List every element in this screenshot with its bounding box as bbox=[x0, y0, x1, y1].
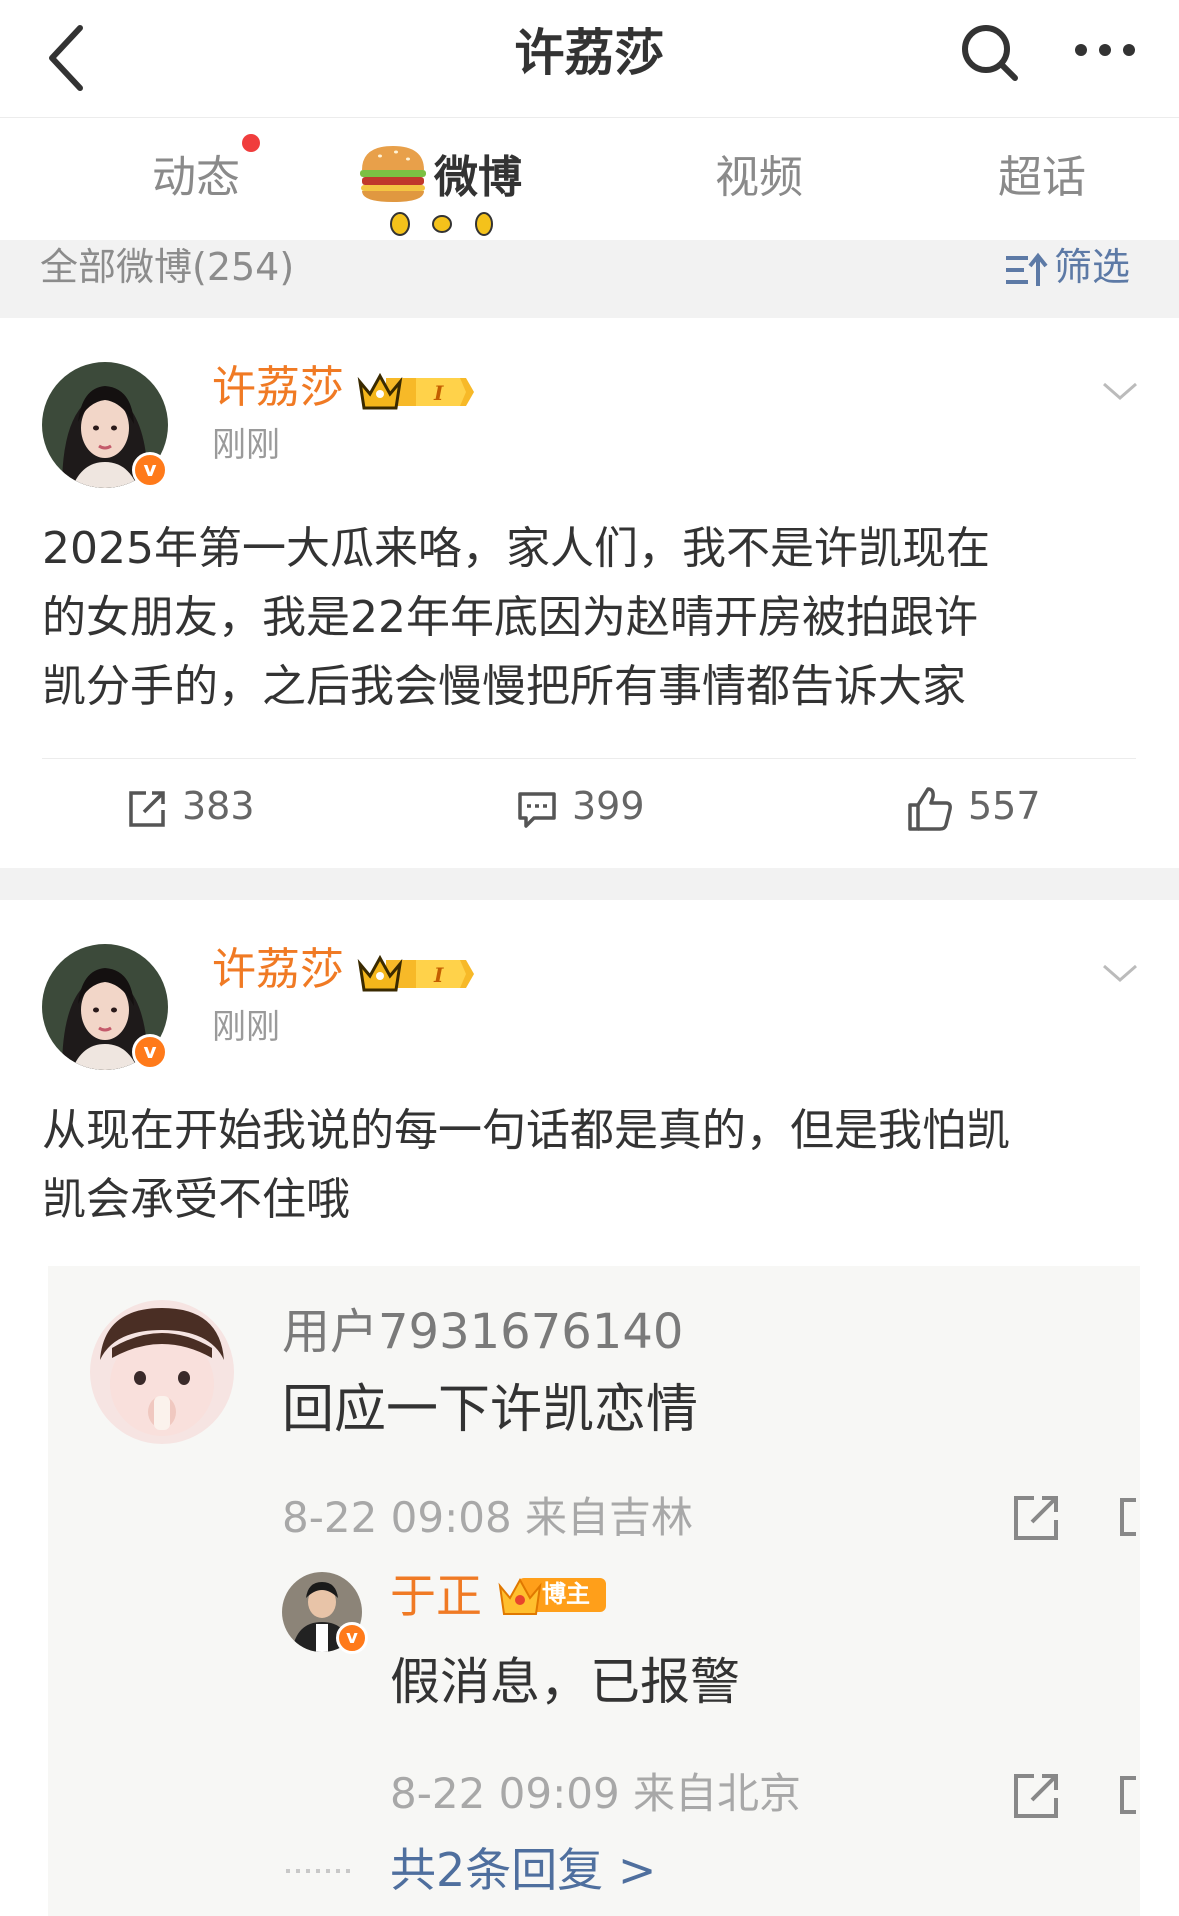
post-separator bbox=[0, 868, 1179, 900]
post-author[interactable]: 许荔莎 bbox=[212, 358, 344, 418]
svg-text:I: I bbox=[433, 381, 444, 405]
post-time: 刚刚 bbox=[212, 1007, 280, 1047]
post-time: 刚刚 bbox=[212, 425, 280, 465]
post-line: 凯分手的，之后我会慢慢把所有事情都告诉大家 bbox=[42, 661, 966, 712]
chevron-down-icon[interactable] bbox=[1100, 376, 1140, 406]
svg-text:I: I bbox=[433, 963, 444, 987]
repost-icon bbox=[129, 790, 165, 827]
tab-weibo[interactable]: 微博 bbox=[434, 148, 522, 208]
post-content: 2025年第一大瓜来咯，家人们，我不是许凯现在 的女朋友，我是22年年底因为赵晴… bbox=[42, 514, 1142, 721]
member-crown-icon[interactable]: I bbox=[356, 952, 474, 996]
top-bar: 许荔莎 bbox=[0, 0, 1179, 118]
embedded-comment-screenshot[interactable]: 用户7931676140 回应一下许凯恋情 8-22 09:08 来自吉林 v … bbox=[48, 1266, 1140, 1916]
more-dots-icon bbox=[1075, 44, 1135, 56]
search-button[interactable] bbox=[955, 18, 1025, 88]
filter-bar: 全部微博(254) 筛选 bbox=[0, 240, 1179, 318]
reply-text: 假消息，已报警 bbox=[390, 1653, 740, 1711]
tab-dongtai[interactable]: 动态 bbox=[152, 148, 240, 208]
post-line: 凯会承受不住哦 bbox=[42, 1174, 350, 1225]
repost-count: 383 bbox=[182, 784, 255, 828]
chevron-down-icon[interactable] bbox=[1100, 958, 1140, 988]
post-line: 从现在开始我说的每一句话都是真的，但是我怕凯 bbox=[42, 1105, 1010, 1156]
reply-author: 于正 bbox=[390, 1569, 482, 1623]
divider bbox=[42, 758, 1136, 759]
thumbs-up-icon bbox=[908, 786, 952, 831]
weibo-post: v 许荔莎 I 刚刚 从现在开始我说的每一句话都是真的，但是我怕凯 凯会承受不住… bbox=[0, 900, 1179, 1916]
reply-meta: 8-22 09:09 来自北京 bbox=[390, 1769, 802, 1818]
like-button[interactable]: 557 bbox=[906, 776, 1041, 836]
share-icon bbox=[1014, 1774, 1058, 1818]
filter-label: 筛选 bbox=[1054, 245, 1131, 289]
dotted-line-icon bbox=[286, 1869, 356, 1873]
verified-badge: v bbox=[132, 1034, 168, 1070]
repost-button[interactable]: 383 bbox=[126, 776, 255, 836]
post-actions: 383 399 557 bbox=[0, 776, 1179, 836]
post-line: 的女朋友，我是22年年底因为赵晴开房被拍跟许 bbox=[42, 592, 978, 643]
comment-text: 回应一下许凯恋情 bbox=[282, 1380, 699, 1440]
commenter-avatar bbox=[90, 1300, 234, 1444]
share-icon bbox=[1014, 1496, 1058, 1540]
comment-button[interactable]: 399 bbox=[516, 776, 645, 836]
tab-chaohua[interactable]: 超话 bbox=[998, 148, 1086, 208]
like-count: 557 bbox=[968, 784, 1041, 828]
tab-shipin[interactable]: 视频 bbox=[715, 148, 803, 208]
comment-count: 399 bbox=[572, 784, 645, 828]
notification-dot bbox=[242, 134, 260, 152]
verified-badge: v bbox=[336, 1622, 368, 1654]
comment-icon bbox=[1120, 1776, 1136, 1814]
profile-tabs: 动态 微博 视频 超话 bbox=[0, 118, 1179, 240]
search-icon bbox=[962, 25, 1018, 81]
more-button[interactable] bbox=[1065, 18, 1145, 88]
coins-decoration-icon bbox=[390, 212, 493, 236]
view-more-replies-link: 共2条回复 > bbox=[390, 1843, 657, 1897]
comment-icon bbox=[1120, 1498, 1136, 1536]
blogger-badge-label: 博主 bbox=[542, 1580, 590, 1608]
comment-meta: 8-22 09:08 来自吉林 bbox=[282, 1493, 694, 1542]
weibo-post: v 许荔莎 I 刚刚 2025年第一大瓜来咯，家人们，我不是许凯现在 的女朋友，… bbox=[0, 318, 1179, 868]
verified-badge: v bbox=[132, 452, 168, 488]
sort-filter-icon bbox=[1006, 252, 1048, 286]
filter-button[interactable]: 筛选 bbox=[1004, 242, 1130, 292]
post-line: 2025年第一大瓜来咯，家人们，我不是许凯现在 bbox=[42, 523, 990, 574]
member-crown-icon[interactable]: I bbox=[356, 370, 474, 414]
burger-icon bbox=[360, 146, 426, 202]
post-count-label: 全部微博(254) bbox=[40, 245, 295, 289]
commenter-name: 用户7931676140 bbox=[282, 1304, 684, 1360]
post-author[interactable]: 许荔莎 bbox=[212, 940, 344, 1000]
comment-icon bbox=[518, 791, 556, 828]
post-content: 从现在开始我说的每一句话都是真的，但是我怕凯 凯会承受不住哦 bbox=[42, 1096, 1142, 1234]
